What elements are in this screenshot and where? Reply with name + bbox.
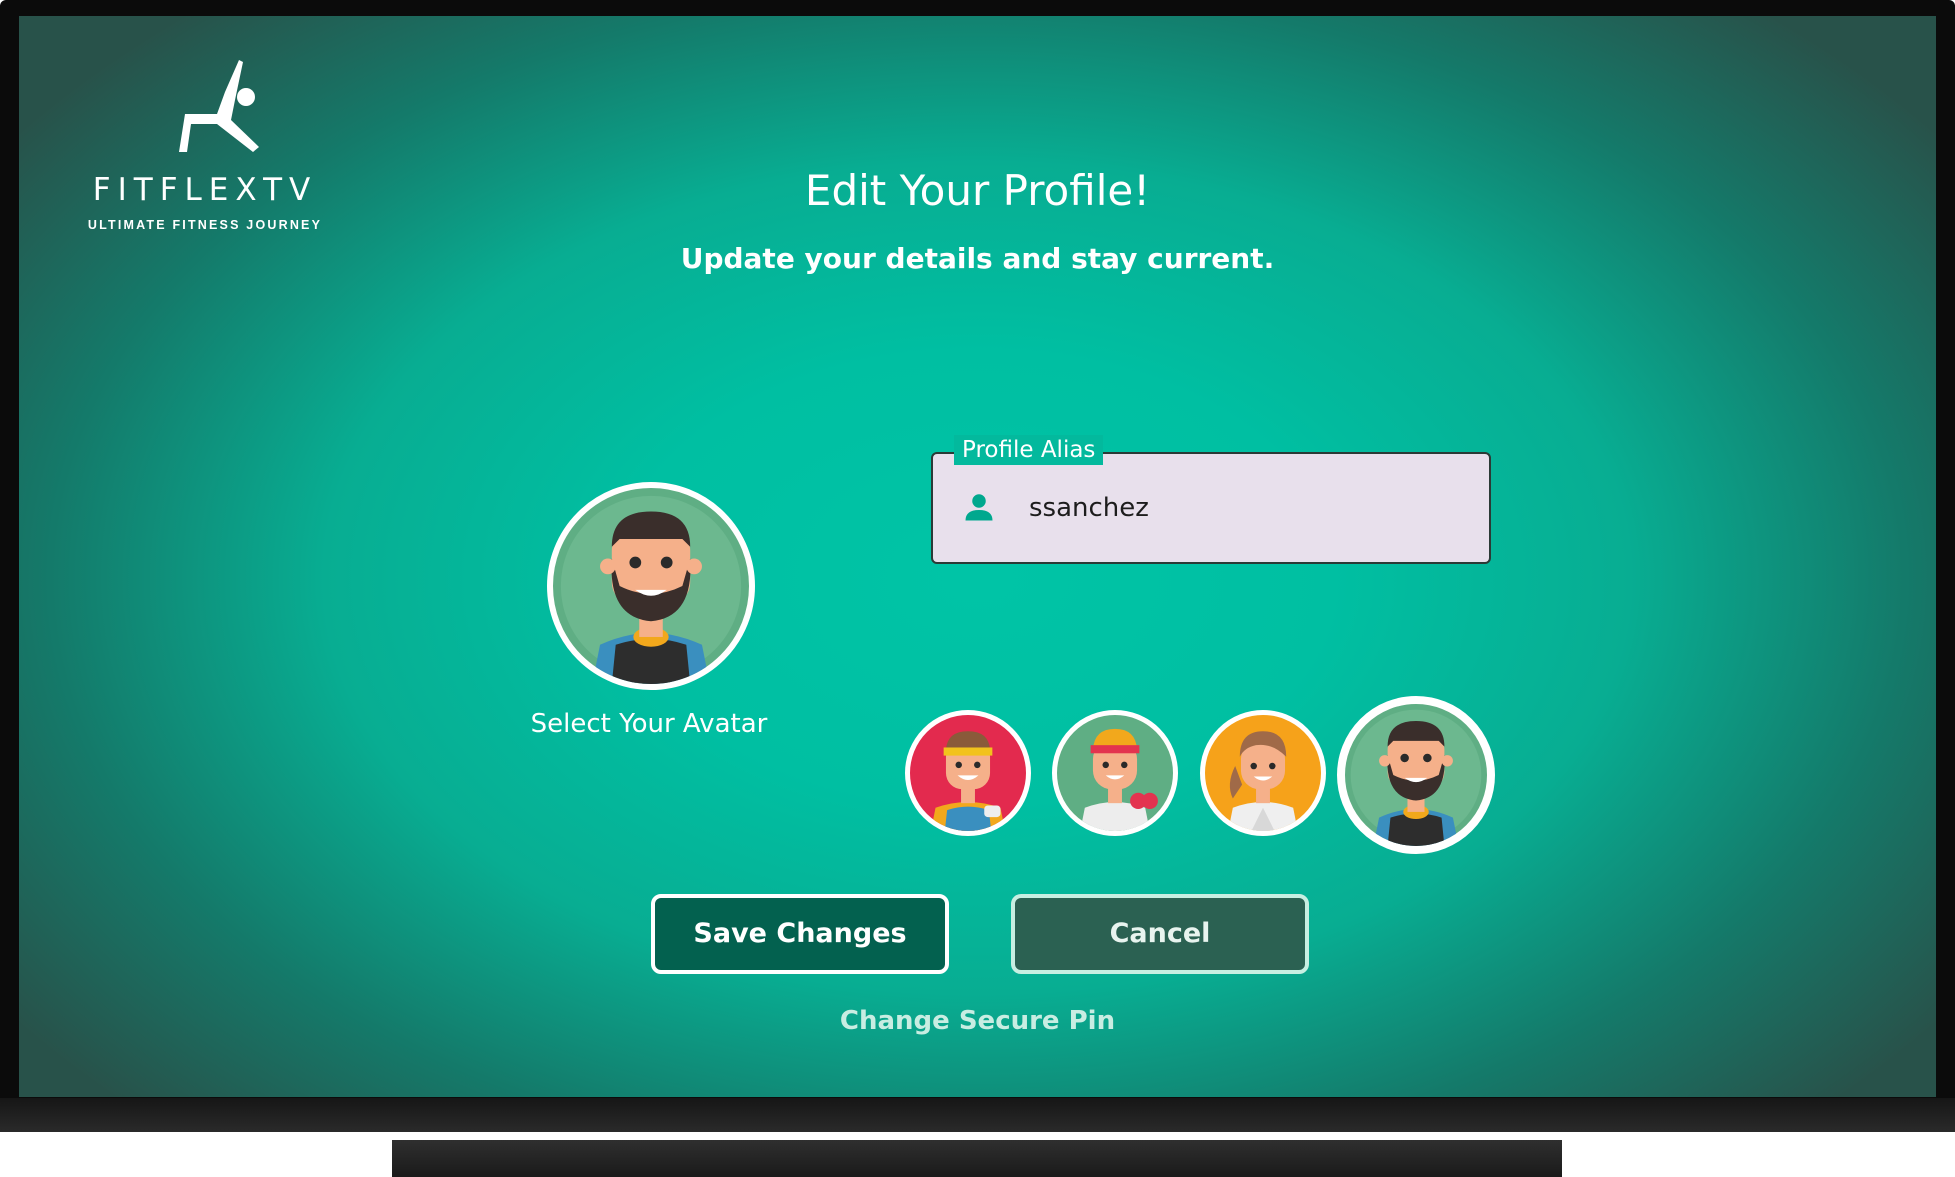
avatar-bearded-man-icon [560,495,742,684]
logo-tagline: ULTIMATE FITNESS JOURNEY [87,218,323,232]
avatar-bearded-man-icon [1350,709,1482,846]
avatar-option-1[interactable] [905,710,1031,836]
tv-stand [392,1140,1562,1177]
avatar-woman-headband-icon [1080,728,1158,831]
avatar-woman-ponytail-icon [1228,731,1298,831]
cancel-button[interactable]: Cancel [1011,894,1309,974]
save-changes-button[interactable]: Save Changes [651,894,949,974]
page-subtitle: Update your details and stay current. [680,242,1275,275]
avatar-man-headband-icon [930,731,1006,831]
profile-alias-label: Profile Alias [954,435,1104,465]
app-logo: FITFLEXTV ULTIMATE FITNESS JOURNEY [55,52,355,252]
page-title: Edit Your Profile! [804,166,1151,215]
select-avatar-label: Select Your Avatar [530,709,768,739]
person-icon [965,494,993,521]
avatar-option-3[interactable] [1200,710,1326,836]
avatar-option-4-selected[interactable] [1337,696,1495,854]
current-avatar[interactable] [547,482,755,690]
tv-bottom-lip [0,1098,1955,1132]
yoga-figure-icon [179,60,259,152]
tv-screen: FITFLEXTV ULTIMATE FITNESS JOURNEY Edit … [19,16,1936,1097]
avatar-option-2[interactable] [1052,710,1178,836]
change-secure-pin-link[interactable]: Change Secure Pin [19,1006,1936,1036]
profile-alias-input[interactable] [1029,488,1449,528]
